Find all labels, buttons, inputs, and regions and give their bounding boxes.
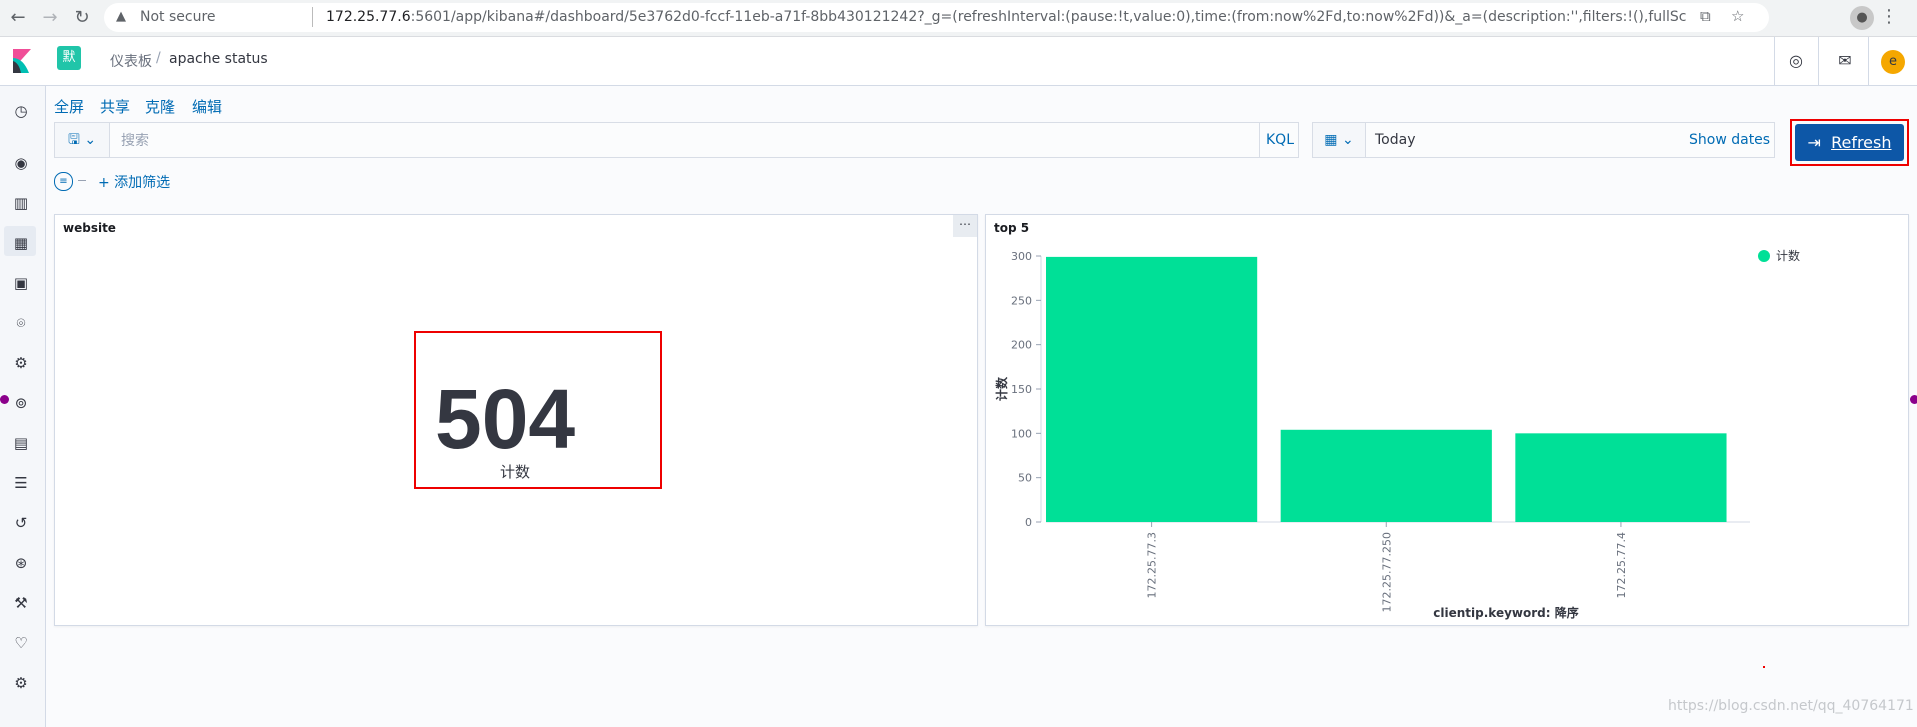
- watermark: https://blog.csdn.net/qq_40764171: [1668, 698, 1914, 714]
- bookmark-star-icon[interactable]: ☆: [1731, 7, 1744, 25]
- bar: [1280, 429, 1492, 522]
- y-tick-label: 100: [1011, 427, 1032, 440]
- filter-divider: [78, 180, 86, 181]
- right-edge-marker: [1910, 395, 1917, 404]
- fullscreen-link[interactable]: 全屏: [54, 96, 84, 117]
- panel-options-icon[interactable]: ⋯: [953, 215, 977, 237]
- forward-icon[interactable]: →: [38, 6, 62, 30]
- breadcrumb-separator: /: [156, 50, 161, 66]
- legend-label: 计数: [1776, 248, 1800, 263]
- url-rest: :5601/app/kibana#/dashboard/5e3762d0-fcc…: [410, 9, 1686, 25]
- refresh-label: Refresh: [1831, 133, 1892, 152]
- y-axis-label: 计数: [994, 376, 1009, 401]
- refresh-icon: ⇥: [1807, 133, 1821, 152]
- edit-link[interactable]: 编辑: [192, 96, 222, 117]
- logs-icon[interactable]: ▤: [10, 432, 32, 454]
- user-avatar[interactable]: e: [1881, 50, 1905, 74]
- header-divider: [1868, 37, 1869, 85]
- browser-toolbar: ← → ↻ ▲ Not secure 172.25.77.6:5601/app/…: [0, 0, 1917, 37]
- breadcrumb-dashboards[interactable]: 仪表板: [110, 51, 152, 71]
- chevron-down-icon: ⌄: [1341, 132, 1354, 148]
- x-tick-label: 172.25.77.3: [1146, 532, 1159, 598]
- infrastructure-icon[interactable]: ⊚: [10, 392, 32, 414]
- url-text[interactable]: 172.25.77.6:5601/app/kibana#/dashboard/5…: [326, 9, 1686, 25]
- legend-swatch: [1758, 250, 1770, 262]
- dev-tools-icon[interactable]: ⚒: [10, 592, 32, 614]
- warning-icon: ▲: [116, 9, 126, 24]
- x-tick-label: 172.25.77.250: [1380, 532, 1393, 612]
- bar-chart-panel: top 5 0 50 100 150 200 250 300 计数 172.25.77.3 172…: [985, 214, 1909, 626]
- metric-highlight-box: 504 计数: [414, 331, 662, 489]
- header-divider: [1774, 37, 1775, 85]
- address-divider: [312, 7, 313, 27]
- reload-icon[interactable]: ↻: [70, 6, 94, 30]
- bar-chart: 0 50 100 150 200 250 300 计数 172.25.77.3 172.25.77…: [994, 248, 1800, 620]
- y-tick-label: 300: [1011, 250, 1032, 263]
- security-label: Not secure: [140, 9, 216, 25]
- metric-value: 504: [435, 372, 576, 466]
- saved-query-button[interactable]: 🖫 ⌄: [55, 123, 110, 157]
- kql-toggle[interactable]: KQL: [1259, 123, 1300, 157]
- kibana-logo-icon[interactable]: [10, 49, 34, 73]
- search-input[interactable]: [119, 129, 1203, 153]
- quick-menu-button[interactable]: ▦ ⌄: [1313, 123, 1366, 157]
- y-tick-label: 250: [1011, 294, 1032, 307]
- browser-profile-icon[interactable]: ●: [1850, 6, 1874, 30]
- y-tick-label: 150: [1011, 383, 1032, 396]
- y-tick-label: 200: [1011, 339, 1032, 352]
- maps-icon[interactable]: ⌾: [10, 312, 32, 334]
- dashboard-icon[interactable]: ▦: [10, 232, 32, 254]
- canvas-icon[interactable]: ▣: [10, 272, 32, 294]
- calendar-icon: ▦: [1324, 132, 1338, 148]
- bar: [1515, 433, 1727, 522]
- x-tick-label: 172.25.77.4: [1615, 532, 1628, 598]
- query-bar: 🖫 ⌄ KQL: [54, 122, 1299, 158]
- back-icon[interactable]: ←: [6, 6, 30, 30]
- refresh-highlight-box: ⇥ Refresh: [1790, 119, 1909, 166]
- breadcrumb-current: apache status: [169, 51, 268, 67]
- translate-icon[interactable]: ⧉: [1700, 7, 1711, 25]
- uptime-icon[interactable]: ↺: [10, 512, 32, 534]
- stray-mark: [1763, 666, 1765, 668]
- y-tick-label: 50: [1018, 472, 1032, 485]
- add-filter-button[interactable]: + 添加筛选: [98, 172, 170, 192]
- y-tick-label: 0: [1025, 516, 1032, 529]
- panel-title: top 5: [994, 221, 1030, 235]
- metric-panel: website ⋯ 504 计数: [54, 214, 978, 626]
- time-range-value[interactable]: Today: [1375, 132, 1416, 148]
- left-edge-marker: [0, 395, 9, 404]
- clone-link[interactable]: 克隆: [145, 96, 175, 117]
- space-avatar[interactable]: 默: [57, 46, 81, 70]
- recent-icon[interactable]: ◷: [10, 100, 32, 122]
- x-axis-label: clientip.keyword: 降序: [1433, 605, 1578, 620]
- address-bar[interactable]: ▲ Not secure 172.25.77.6:5601/app/kibana…: [104, 3, 1769, 32]
- filter-options-icon[interactable]: ≡: [54, 172, 73, 191]
- chevron-down-icon: ⌄: [84, 132, 97, 148]
- share-link[interactable]: 共享: [100, 96, 130, 117]
- kibana-header: 默 仪表板 / apache status ◎ ✉ e: [0, 37, 1917, 86]
- apm-icon[interactable]: ☰: [10, 472, 32, 494]
- discover-icon[interactable]: ◉: [10, 152, 32, 174]
- refresh-button[interactable]: ⇥ Refresh: [1795, 124, 1904, 161]
- save-icon: 🖫: [67, 132, 80, 148]
- side-nav: ◷ ◉ ▥ ▦ ▣ ⌾ ⚙ ⊚ ▤ ☰ ↺ ⊛ ⚒ ♡ ⚙: [0, 86, 46, 727]
- browser-menu-icon[interactable]: ⋮: [1880, 6, 1898, 27]
- panel-title: website: [63, 221, 116, 235]
- monitoring-icon[interactable]: ♡: [10, 632, 32, 654]
- time-picker: ▦ ⌄ Today Show dates: [1312, 122, 1775, 158]
- help-icon[interactable]: ◎: [1784, 49, 1808, 73]
- management-icon[interactable]: ⚙: [10, 672, 32, 694]
- visualize-icon[interactable]: ▥: [10, 192, 32, 214]
- ml-icon[interactable]: ⚙: [10, 352, 32, 374]
- url-host: 172.25.77.6: [326, 9, 411, 25]
- bar: [1046, 256, 1258, 522]
- show-dates-link[interactable]: Show dates: [1689, 132, 1770, 148]
- siem-icon[interactable]: ⊛: [10, 552, 32, 574]
- header-divider: [1818, 37, 1819, 85]
- newsfeed-icon[interactable]: ✉: [1833, 49, 1857, 73]
- metric-label: 计数: [500, 463, 531, 481]
